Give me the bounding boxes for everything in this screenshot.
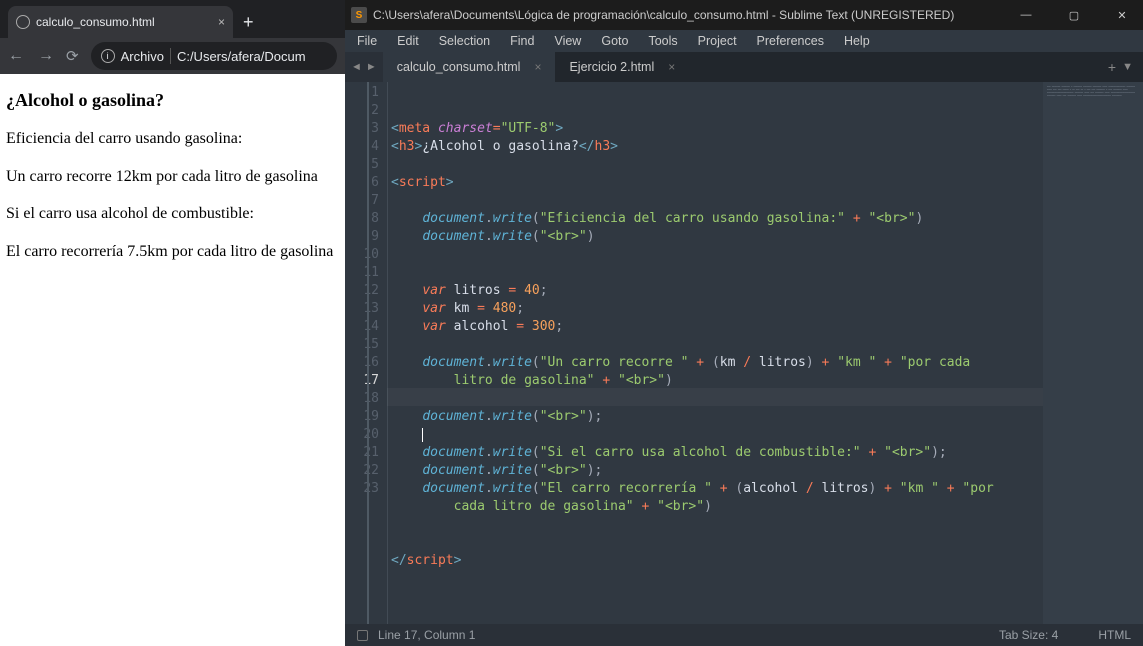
tab-controls: + ▼ [1098, 52, 1143, 82]
menu-preferences[interactable]: Preferences [749, 32, 832, 50]
url-path: C:/Users/afera/Docum [177, 49, 306, 64]
sublime-logo-icon: S [351, 7, 367, 23]
new-tab-button[interactable]: + [233, 6, 264, 38]
tab-left-icon[interactable]: ◄ [351, 61, 362, 73]
cursor-position[interactable]: Line 17, Column 1 [378, 628, 999, 642]
back-button[interactable]: ← [8, 47, 24, 65]
forward-button[interactable]: → [38, 47, 54, 65]
editor-tab-bar: ◄ ► calculo_consumo.html × Ejercicio 2.h… [345, 52, 1143, 82]
minimap[interactable]: ▬▬▬ ▬▬▬▬▬▬▬ ▬▬▬▬▬▬▬ ▬ ▬▬▬▬▬▬▬ ▬▬▬▬▬▬▬ ▬▬… [1043, 82, 1143, 624]
menu-bar: File Edit Selection Find View Goto Tools… [345, 30, 1143, 52]
titlebar[interactable]: S C:\Users\afera\Documents\Lógica de pro… [345, 0, 1143, 30]
browser-window: calculo_consumo.html × + ← → ⟳ i Archivo… [0, 0, 345, 646]
window-controls: — ▢ ✕ [1011, 9, 1137, 22]
menu-view[interactable]: View [546, 32, 589, 50]
tab-scroll-arrows[interactable]: ◄ ► [345, 52, 383, 82]
url-scheme: Archivo [121, 49, 164, 64]
menu-selection[interactable]: Selection [431, 32, 498, 50]
editor-area[interactable]: 1234567891011121314151617181920212223 <m… [345, 82, 1143, 624]
editor-tab-inactive[interactable]: Ejercicio 2.html × [555, 52, 689, 82]
minimize-button[interactable]: — [1011, 9, 1041, 22]
menu-file[interactable]: File [349, 32, 385, 50]
maximize-button[interactable]: ▢ [1059, 9, 1089, 22]
tab-close-icon[interactable]: × [218, 15, 225, 29]
menu-goto[interactable]: Goto [593, 32, 636, 50]
menu-edit[interactable]: Edit [389, 32, 427, 50]
page-heading: ¿Alcohol o gasolina? [6, 88, 339, 112]
tab-label: Ejercicio 2.html [569, 60, 654, 74]
tab-right-icon[interactable]: ► [366, 61, 377, 73]
page-line-3: Si el carro usa alcohol de combustible: [6, 203, 339, 225]
page-content: ¿Alcohol o gasolina? Eficiencia del carr… [0, 74, 345, 646]
menu-find[interactable]: Find [502, 32, 542, 50]
browser-tab-title: calculo_consumo.html [36, 15, 155, 29]
close-button[interactable]: ✕ [1107, 9, 1137, 22]
syntax-indicator[interactable]: HTML [1098, 628, 1131, 642]
page-line-2: Un carro recorre 12km por cada litro de … [6, 166, 339, 188]
nav-arrows: ← → [8, 47, 54, 65]
tab-label: calculo_consumo.html [397, 60, 521, 74]
tab-close-icon[interactable]: × [668, 60, 675, 74]
address-bar[interactable]: i Archivo C:/Users/afera/Docum [91, 42, 337, 70]
panel-toggle-icon[interactable] [357, 630, 368, 641]
address-divider [170, 48, 171, 64]
browser-tab[interactable]: calculo_consumo.html × [8, 6, 233, 38]
line-gutter: 1234567891011121314151617181920212223 [345, 82, 387, 624]
status-bar: Line 17, Column 1 Tab Size: 4 HTML [345, 624, 1143, 646]
browser-tab-bar: calculo_consumo.html × + [0, 0, 345, 38]
tab-close-icon[interactable]: × [534, 60, 541, 74]
menu-help[interactable]: Help [836, 32, 878, 50]
tab-size-indicator[interactable]: Tab Size: 4 [999, 628, 1058, 642]
window-title: C:\Users\afera\Documents\Lógica de progr… [373, 8, 1011, 22]
menu-project[interactable]: Project [690, 32, 745, 50]
new-tab-button[interactable]: + [1108, 59, 1116, 75]
editor-tab-active[interactable]: calculo_consumo.html × [383, 52, 556, 82]
page-line-1: Eficiencia del carro usando gasolina: [6, 128, 339, 150]
globe-icon [16, 15, 30, 29]
tab-menu-icon[interactable]: ▼ [1122, 61, 1133, 73]
reload-button[interactable]: ⟳ [66, 47, 79, 65]
editor-window: S C:\Users\afera\Documents\Lógica de pro… [345, 0, 1143, 646]
info-icon: i [101, 49, 115, 63]
menu-tools[interactable]: Tools [640, 32, 685, 50]
code-area[interactable]: <meta charset="UTF-8"> <h3>¿Alcohol o ga… [387, 82, 1043, 624]
page-line-4: El carro recorrería 7.5km por cada litro… [6, 241, 339, 263]
browser-toolbar: ← → ⟳ i Archivo C:/Users/afera/Docum [0, 38, 345, 74]
